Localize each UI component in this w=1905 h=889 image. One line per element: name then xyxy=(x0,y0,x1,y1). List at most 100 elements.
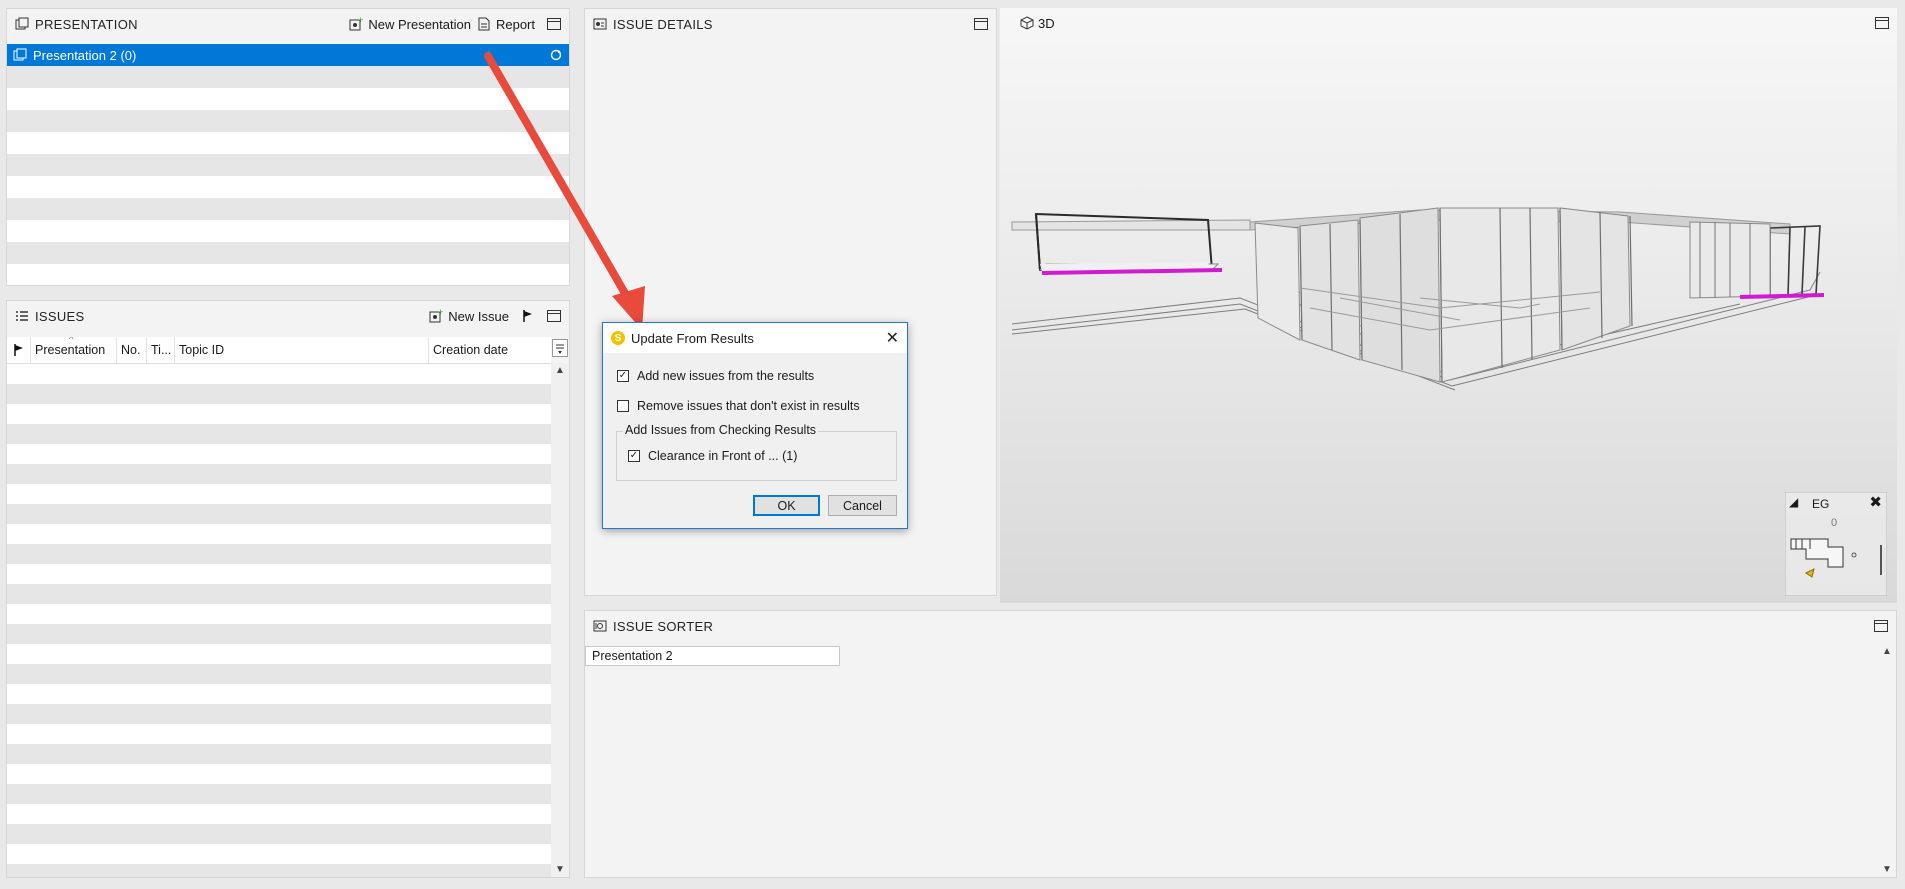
dialog-title: Update From Results xyxy=(631,330,754,346)
floor-plan-minimap-icon[interactable] xyxy=(1788,531,1868,591)
new-presentation-icon: + xyxy=(349,15,364,31)
presentation-list-item[interactable]: Presentation 2 (0) xyxy=(7,44,569,66)
new-issue-icon: + xyxy=(429,307,444,323)
sorter-column-label: Presentation 2 xyxy=(592,649,673,663)
column-label: Presentation xyxy=(35,343,106,357)
presentation-icon xyxy=(15,17,29,31)
refresh-icon[interactable] xyxy=(549,48,563,62)
close-icon[interactable]: ✕ xyxy=(886,328,899,348)
checkbox-box[interactable]: ✓ xyxy=(617,370,629,382)
empty-row xyxy=(7,704,551,724)
checkbox-box[interactable] xyxy=(617,400,629,412)
clearance-rule-checkbox[interactable]: ✓ Clearance in Front of ... (1) xyxy=(628,449,797,463)
column-header-title[interactable]: Ti... xyxy=(147,337,175,363)
report-button[interactable]: Report xyxy=(477,17,535,32)
issue-sorter-header: ISSUE SORTER xyxy=(585,611,1896,641)
empty-row xyxy=(7,176,569,198)
empty-row xyxy=(7,804,551,824)
sorter-scrollbar[interactable]: ▲ ▼ xyxy=(1878,646,1896,877)
empty-row xyxy=(7,824,551,844)
issues-list xyxy=(7,364,551,877)
issue-sorter-panel: ISSUE SORTER Presentation 2 ▲ ▼ xyxy=(584,610,1897,878)
sorter-column-header[interactable]: Presentation 2 xyxy=(585,646,840,666)
column-header-topic-id[interactable]: Topic ID xyxy=(175,337,429,363)
empty-row xyxy=(7,864,551,877)
navigator-slider[interactable] xyxy=(1880,545,1882,575)
empty-row xyxy=(7,724,551,744)
sorter-column: Presentation 2 xyxy=(585,646,852,857)
clearance-rule-label: Clearance in Front of ... (1) xyxy=(648,449,798,463)
navigator-widget[interactable]: ◢ EG ✖ 0 xyxy=(1785,492,1887,596)
column-label: Topic ID xyxy=(179,343,225,357)
empty-row xyxy=(7,544,551,564)
report-label: Report xyxy=(495,16,535,32)
empty-row xyxy=(7,564,551,584)
flag-icon[interactable] xyxy=(521,309,535,323)
empty-row xyxy=(7,764,551,784)
remove-issues-label: Remove issues that don't exist in result… xyxy=(637,399,860,413)
ok-label: OK xyxy=(777,498,796,513)
scroll-up-icon[interactable]: ▲ xyxy=(1878,646,1896,657)
empty-row xyxy=(7,844,551,864)
scroll-up-icon[interactable]: ▲ xyxy=(551,365,569,376)
empty-row xyxy=(7,464,551,484)
empty-row xyxy=(7,584,551,604)
issues-panel: ISSUES + New Issue ^ Presentation No. Ti… xyxy=(6,300,570,878)
maximize-icon[interactable] xyxy=(547,18,561,30)
maximize-icon[interactable] xyxy=(547,310,561,322)
checkbox-box[interactable]: ✓ xyxy=(628,450,640,462)
issues-title: ISSUES xyxy=(35,308,85,324)
presentation-header: PRESENTATION + New Presentation Report xyxy=(7,9,569,39)
new-issue-button[interactable]: + New Issue xyxy=(429,307,509,324)
report-icon xyxy=(477,17,491,31)
building-model[interactable] xyxy=(1000,8,1897,603)
empty-row xyxy=(7,110,569,132)
new-presentation-button[interactable]: + New Presentation xyxy=(349,15,471,32)
empty-row xyxy=(7,220,569,242)
empty-row xyxy=(7,524,551,544)
empty-row xyxy=(7,364,551,384)
ok-button[interactable]: OK xyxy=(753,495,820,516)
maximize-icon[interactable] xyxy=(1874,620,1888,632)
presentation-item-label: Presentation 2 (0) xyxy=(33,47,137,63)
maximize-icon[interactable] xyxy=(974,18,988,30)
empty-row xyxy=(7,384,551,404)
new-presentation-label: New Presentation xyxy=(368,16,471,32)
flag-column-header[interactable] xyxy=(7,337,31,363)
column-label: No. xyxy=(121,343,141,357)
sort-indicator-icon: ^ xyxy=(69,337,74,344)
empty-row xyxy=(7,684,551,704)
add-new-issues-checkbox[interactable]: ✓ Add new issues from the results xyxy=(617,369,814,383)
column-header-creation-date[interactable]: Creation date xyxy=(429,337,551,363)
svg-text:+: + xyxy=(358,17,363,25)
view3d-panel[interactable]: 3D ◢ EG ✖ 0 xyxy=(1000,8,1897,603)
column-chooser-icon[interactable] xyxy=(552,339,568,357)
scroll-down-icon[interactable]: ▼ xyxy=(1878,864,1896,875)
column-label: Ti... xyxy=(151,343,172,357)
empty-row xyxy=(7,484,551,504)
update-from-results-dialog: S Update From Results ✕ ✓ Add new issues… xyxy=(602,322,908,529)
close-icon[interactable]: ✖ xyxy=(1869,493,1882,511)
scroll-down-icon[interactable]: ▼ xyxy=(551,864,569,875)
empty-row xyxy=(7,154,569,176)
cancel-label: Cancel xyxy=(843,498,882,513)
empty-row xyxy=(7,404,551,424)
navigator-corner-icon[interactable]: ◢ xyxy=(1789,495,1798,509)
empty-row xyxy=(7,784,551,804)
empty-row xyxy=(7,604,551,624)
flag-icon xyxy=(12,343,26,357)
issue-details-title: ISSUE DETAILS xyxy=(613,16,713,32)
column-header-presentation[interactable]: ^ Presentation xyxy=(31,337,117,363)
new-issue-label: New Issue xyxy=(448,308,509,324)
empty-row xyxy=(7,66,569,88)
cancel-button[interactable]: Cancel xyxy=(828,495,897,516)
empty-row xyxy=(7,88,569,110)
issue-details-icon xyxy=(593,17,607,31)
navigator-value: 0 xyxy=(1831,517,1838,529)
empty-row xyxy=(7,644,551,664)
column-header-number[interactable]: No. xyxy=(117,337,147,363)
dialog-titlebar: S Update From Results ✕ xyxy=(603,323,907,353)
issues-scrollbar[interactable]: ▲ ▼ xyxy=(551,363,569,877)
remove-issues-checkbox[interactable]: Remove issues that don't exist in result… xyxy=(617,399,860,413)
empty-row xyxy=(7,198,569,220)
